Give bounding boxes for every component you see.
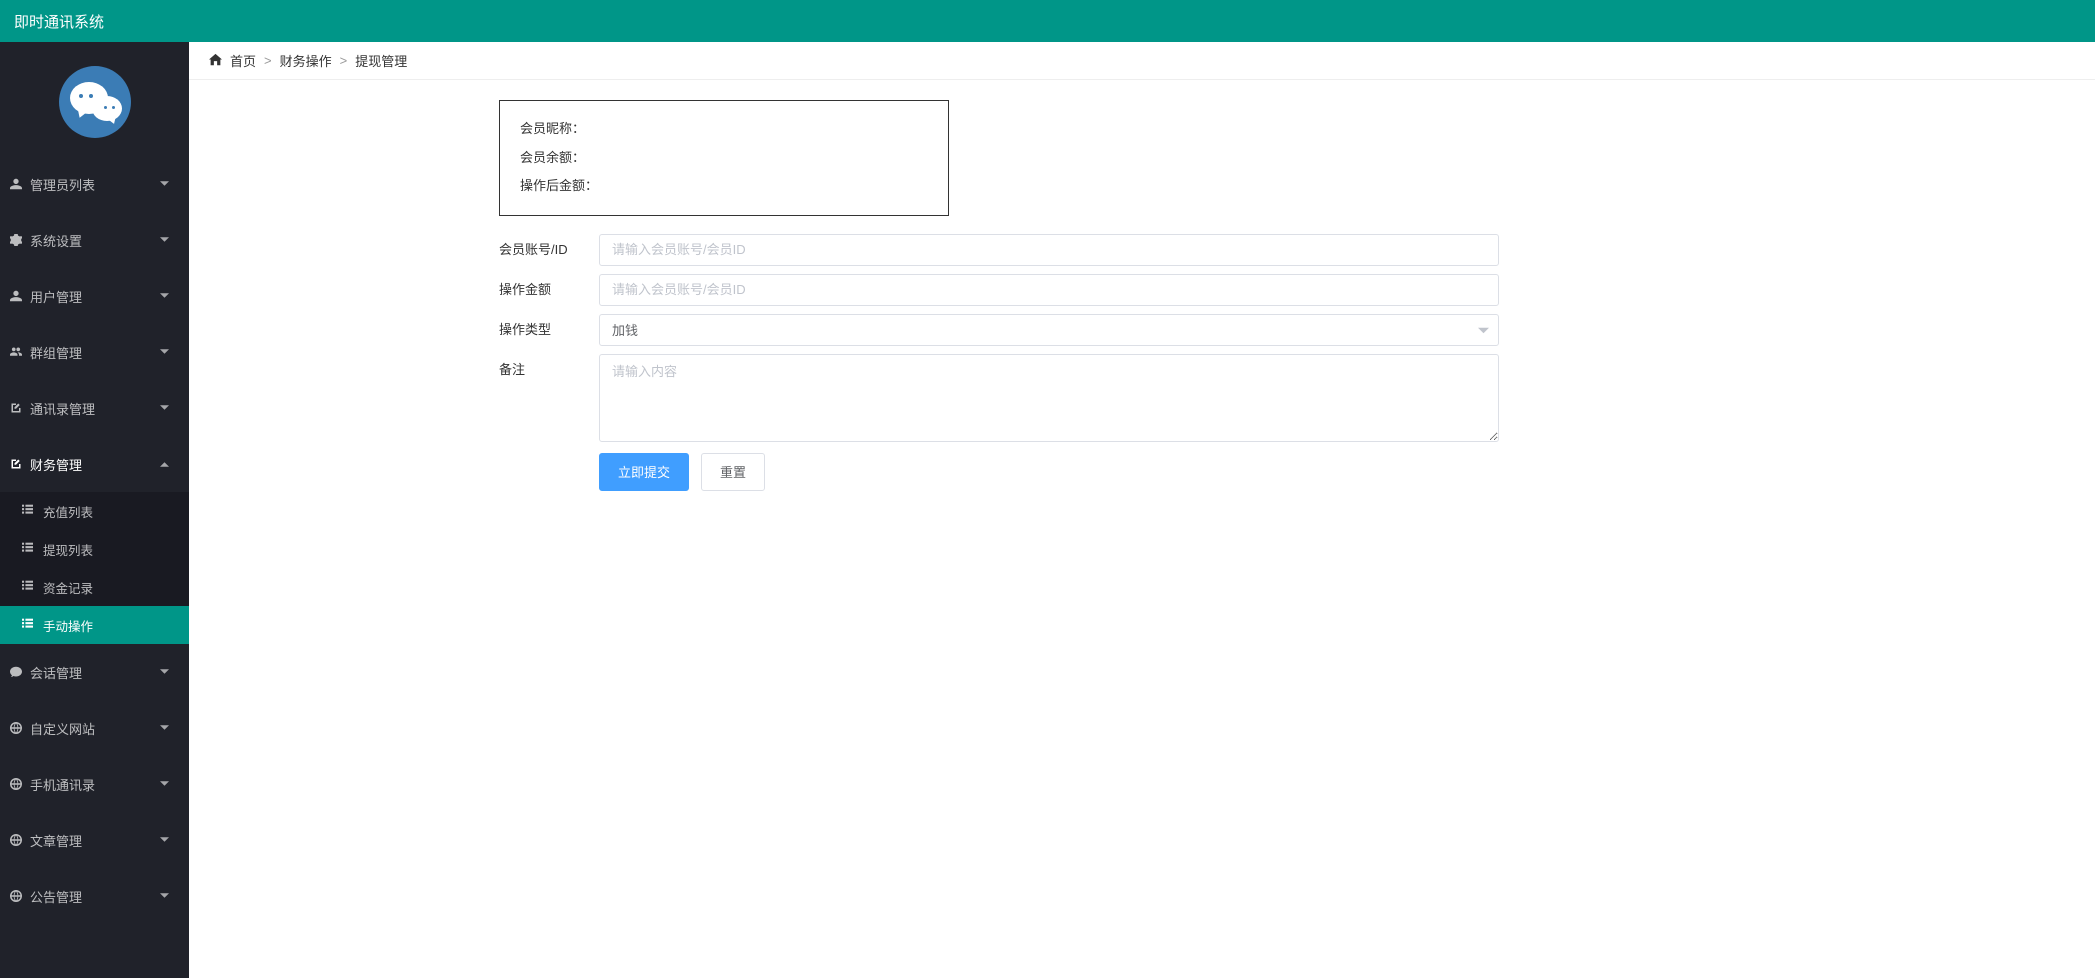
breadcrumb-separator: > <box>264 53 272 68</box>
main-content: 首页 > 财务操作 > 提现管理 会员昵称： 会员余额： 操作后金额： 会员账号… <box>189 42 2095 978</box>
sidebar-item-admin-list[interactable]: 管理员列表 <box>0 156 189 212</box>
edit-icon <box>9 458 22 471</box>
chevron-down-icon <box>159 347 169 357</box>
globe-icon <box>9 722 22 735</box>
sidebar-item-label: 用户管理 <box>30 287 82 306</box>
reset-button[interactable]: 重置 <box>701 453 765 491</box>
sidebar-item-announcement-management[interactable]: 公告管理 <box>0 868 189 924</box>
list-icon <box>22 504 35 518</box>
sidebar-item-label: 财务管理 <box>30 455 82 474</box>
edit-icon <box>9 402 22 415</box>
type-select-value[interactable] <box>599 314 1499 346</box>
sidebar-item-label: 通讯录管理 <box>30 399 95 418</box>
amount-label: 操作金额 <box>499 274 599 306</box>
sidebar-item-label: 自定义网站 <box>30 719 95 738</box>
app-header: 即时通讯系统 <box>0 0 2095 42</box>
user-icon <box>9 290 22 303</box>
sidebar-subitem-withdraw-list[interactable]: 提现列表 <box>0 530 189 568</box>
sidebar-subitem-label: 手动操作 <box>43 616 93 635</box>
chevron-down-icon <box>159 179 169 189</box>
globe-icon <box>9 834 22 847</box>
amount-input[interactable] <box>599 274 1499 306</box>
sidebar-item-label: 手机通讯录 <box>30 775 95 794</box>
chat-icon <box>9 666 22 679</box>
sidebar-item-user-management[interactable]: 用户管理 <box>0 268 189 324</box>
type-select[interactable] <box>599 314 1499 346</box>
sidebar: 管理员列表 系统设置 用户管理 <box>0 42 189 978</box>
app-title: 即时通讯系统 <box>14 11 104 32</box>
sidebar-item-label: 会话管理 <box>30 663 82 682</box>
content-area: 会员昵称： 会员余额： 操作后金额： 会员账号/ID 操作金额 <box>189 80 2095 978</box>
sidebar-subitem-manual-operation[interactable]: 手动操作 <box>0 606 189 644</box>
sidebar-item-label: 群组管理 <box>30 343 82 362</box>
sidebar-item-finance-management[interactable]: 财务管理 <box>0 436 189 492</box>
member-nickname-label: 会员昵称： <box>520 115 928 144</box>
sidebar-item-custom-website[interactable]: 自定义网站 <box>0 700 189 756</box>
member-balance-label: 会员余额： <box>520 144 928 173</box>
gear-icon <box>9 234 22 247</box>
breadcrumb: 首页 > 财务操作 > 提现管理 <box>189 42 2095 80</box>
user-icon <box>9 178 22 191</box>
chevron-down-icon <box>159 403 169 413</box>
breadcrumb-level1[interactable]: 财务操作 <box>280 51 332 70</box>
remark-label: 备注 <box>499 354 599 386</box>
home-icon <box>209 53 222 69</box>
remark-textarea[interactable] <box>599 354 1499 442</box>
chevron-down-icon <box>159 891 169 901</box>
sidebar-item-phone-contacts[interactable]: 手机通讯录 <box>0 756 189 812</box>
submit-button[interactable]: 立即提交 <box>599 453 689 491</box>
member-info-box: 会员昵称： 会员余额： 操作后金额： <box>499 100 949 216</box>
sidebar-subitem-fund-records[interactable]: 资金记录 <box>0 568 189 606</box>
sidebar-subitem-label: 充值列表 <box>43 502 93 521</box>
chevron-down-icon <box>159 291 169 301</box>
sidebar-item-system-settings[interactable]: 系统设置 <box>0 212 189 268</box>
sidebar-item-label: 文章管理 <box>30 831 82 850</box>
chevron-down-icon <box>159 779 169 789</box>
breadcrumb-level2: 提现管理 <box>355 51 407 70</box>
sidebar-item-label: 公告管理 <box>30 887 82 906</box>
chevron-down-icon <box>159 667 169 677</box>
chevron-down-icon <box>159 723 169 733</box>
sidebar-item-session-management[interactable]: 会话管理 <box>0 644 189 700</box>
logo-icon <box>59 66 131 138</box>
list-icon <box>22 580 35 594</box>
type-label: 操作类型 <box>499 314 599 346</box>
sidebar-item-contacts-management[interactable]: 通讯录管理 <box>0 380 189 436</box>
users-icon <box>9 346 22 359</box>
account-input[interactable] <box>599 234 1499 266</box>
sidebar-subitem-recharge-list[interactable]: 充值列表 <box>0 492 189 530</box>
list-icon <box>22 618 35 632</box>
account-label: 会员账号/ID <box>499 234 599 266</box>
chevron-up-icon <box>159 459 169 469</box>
breadcrumb-separator: > <box>340 53 348 68</box>
list-icon <box>22 542 35 556</box>
logo-area <box>0 42 189 156</box>
chevron-down-icon <box>159 235 169 245</box>
globe-icon <box>9 890 22 903</box>
after-amount-label: 操作后金额： <box>520 172 928 201</box>
sidebar-submenu-finance: 充值列表 提现列表 资金记录 手动操作 <box>0 492 189 644</box>
sidebar-subitem-label: 提现列表 <box>43 540 93 559</box>
sidebar-item-label: 系统设置 <box>30 231 82 250</box>
sidebar-item-article-management[interactable]: 文章管理 <box>0 812 189 868</box>
globe-icon <box>9 778 22 791</box>
sidebar-subitem-label: 资金记录 <box>43 578 93 597</box>
chevron-down-icon <box>159 835 169 845</box>
sidebar-item-label: 管理员列表 <box>30 175 95 194</box>
breadcrumb-home[interactable]: 首页 <box>230 51 256 70</box>
sidebar-item-group-management[interactable]: 群组管理 <box>0 324 189 380</box>
